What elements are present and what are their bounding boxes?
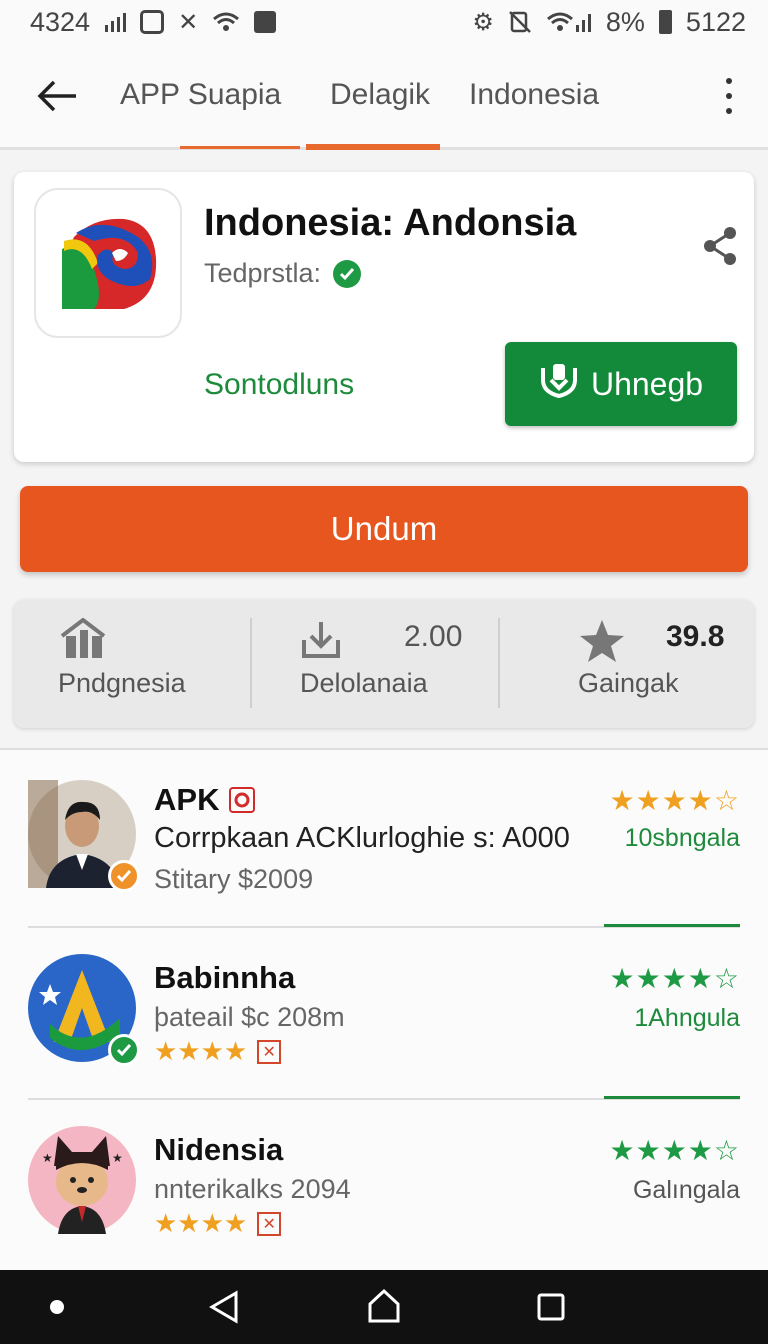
tab-delagik[interactable]: Delagik	[330, 78, 430, 112]
mini-stars: ★★★★	[154, 1208, 248, 1238]
item-subtitle: þateail $c 208m	[154, 1002, 345, 1032]
flag-icon: ✕	[257, 1039, 282, 1064]
clock: 5122	[685, 6, 746, 37]
divider-accent	[604, 1096, 740, 1099]
status-bar: 4324 ✕ ⚙ 8% 5122	[0, 0, 768, 44]
stat-label-downloads: Delolanaia	[300, 668, 428, 698]
verified-badge-icon	[108, 860, 140, 892]
rating-label: Galıngala	[632, 1176, 740, 1204]
notification-icon	[254, 11, 277, 33]
app-bar: APP Suapia Delagik Indonesia	[0, 44, 768, 150]
app-logo-icon	[34, 188, 182, 338]
rating-label: 10sbngala	[624, 824, 740, 852]
tab-underline-secondary	[180, 146, 300, 149]
nav-dot-icon	[50, 1300, 64, 1314]
svg-text:★: ★	[112, 1151, 123, 1165]
avatar: ★ ★	[28, 1126, 136, 1234]
stat-value-downloads: 2.00	[404, 620, 463, 653]
item-title-row: APK	[154, 782, 256, 818]
list-item[interactable]: APK Corrpkaan ACKlurloghie s: A000 Stita…	[0, 778, 768, 948]
tab-active-indicator	[306, 144, 440, 150]
item-subtitle: Stitary $2009	[154, 864, 314, 894]
list-item[interactable]: ★ ★ Nidensia nnterikalks 2094 ★★★★ ✕ ★★★…	[0, 1122, 768, 1292]
svg-text:★: ★	[42, 1151, 53, 1165]
star-icon	[578, 618, 626, 669]
brand-tag-icon	[229, 787, 256, 813]
rating-stars: ★★★★☆	[609, 1135, 740, 1166]
list-item[interactable]: Babinnha þateail $c 208m ★★★★ ✕ ★★★★☆ 1A…	[0, 950, 768, 1120]
shield-download-icon	[539, 362, 579, 406]
stat-divider	[498, 618, 500, 708]
app-detail-card: Indonesia: Andonsia Tedprstla: Sontodlun…	[14, 172, 754, 462]
wifi-signal-icon	[546, 11, 592, 33]
more-options-icon[interactable]	[718, 74, 740, 118]
item-subtitle: nnterikalks 2094	[154, 1174, 351, 1204]
item-description: Corrpkaan ACKlurloghie s: A000	[154, 822, 570, 854]
verified-badge-icon	[108, 1034, 140, 1066]
back-triangle-icon[interactable]	[208, 1290, 240, 1329]
download-button[interactable]: Undum	[20, 486, 748, 572]
stats-panel: Pndgnesia 2.00 Delolanaia 39.8 Gaingak	[14, 600, 754, 728]
primary-action-button[interactable]: Uhnegb	[505, 342, 737, 426]
item-mini-rating: ★★★★ ✕	[154, 1208, 282, 1239]
app-title: Indonesia: Andonsia	[204, 202, 577, 244]
status-left-text: 4324	[30, 6, 91, 37]
verified-check-icon	[333, 259, 362, 288]
tab-app-suapia[interactable]: APP Suapia	[120, 78, 281, 112]
rating-stars: ★★★★☆	[609, 963, 740, 994]
tab-indonesia[interactable]: Indonesia	[469, 78, 599, 112]
wifi-icon	[212, 11, 240, 33]
stat-label-rating: Gaingak	[578, 668, 679, 698]
back-arrow-icon[interactable]	[36, 74, 80, 118]
mini-stars: ★★★★	[154, 1036, 248, 1066]
related-apps-list: APK Corrpkaan ACKlurloghie s: A000 Stita…	[0, 748, 768, 1270]
stat-label-installs: Pndgnesia	[58, 668, 186, 698]
primary-action-label: Uhnegb	[590, 365, 704, 402]
rating-stars: ★★★★☆	[609, 785, 740, 816]
camera-icon	[140, 10, 165, 34]
item-name: Babinnha	[154, 960, 296, 995]
house-icon	[60, 617, 106, 665]
battery-icon	[658, 10, 672, 34]
avatar	[28, 954, 140, 1066]
flag-icon: ✕	[257, 1211, 282, 1236]
stat-value-rating: 39.8	[666, 620, 725, 653]
home-icon[interactable]	[366, 1288, 402, 1329]
item-mini-rating: ★★★★ ✕	[154, 1036, 282, 1067]
no-sim-icon	[508, 10, 532, 34]
battery-percent: 8%	[605, 6, 645, 37]
system-nav-bar	[0, 1270, 768, 1344]
item-name: APK	[154, 782, 220, 817]
signal-icon	[104, 11, 127, 33]
app-status-label: Sontodluns	[204, 368, 355, 401]
developer-name[interactable]: Tedprstla:	[204, 258, 321, 289]
recents-icon[interactable]	[536, 1292, 566, 1327]
settings-gear-icon: ⚙	[472, 8, 494, 36]
divider-accent	[604, 924, 740, 927]
avatar	[28, 780, 140, 892]
stat-divider	[250, 618, 252, 708]
share-icon[interactable]	[702, 226, 738, 266]
developer-row[interactable]: Tedprstla:	[204, 258, 362, 289]
item-name: Nidensia	[154, 1132, 284, 1167]
tools-icon: ✕	[178, 8, 199, 36]
rating-label: 1Ahngula	[634, 1004, 740, 1032]
download-icon	[300, 618, 342, 665]
